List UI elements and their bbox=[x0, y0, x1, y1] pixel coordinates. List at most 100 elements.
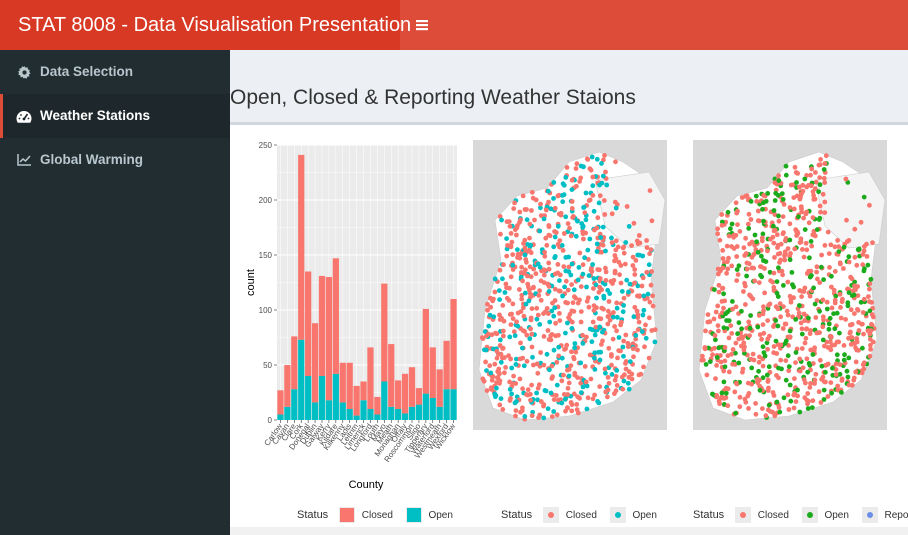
horizontal-scrollbar[interactable] bbox=[230, 527, 908, 535]
station-point bbox=[528, 397, 533, 403]
station-point bbox=[847, 322, 853, 328]
station-point bbox=[809, 405, 815, 410]
station-point bbox=[830, 365, 835, 371]
station-point bbox=[776, 213, 781, 219]
station-point bbox=[855, 307, 861, 313]
gear-icon bbox=[16, 50, 32, 94]
station-point bbox=[541, 272, 547, 278]
station-point bbox=[747, 325, 753, 331]
station-point bbox=[583, 190, 589, 196]
station-point bbox=[725, 266, 731, 272]
station-point bbox=[773, 338, 779, 344]
sidebar-item-weather-stations[interactable]: Weather Stations bbox=[0, 94, 230, 138]
station-point bbox=[565, 385, 571, 391]
sidebar-item-global-warming[interactable]: Global Warming bbox=[0, 138, 230, 182]
station-point bbox=[594, 241, 600, 247]
station-point bbox=[609, 211, 615, 217]
sidebar-toggle-button[interactable] bbox=[400, 0, 444, 50]
station-point bbox=[521, 363, 527, 369]
station-point bbox=[568, 400, 574, 405]
bar-closed bbox=[339, 362, 346, 403]
sidebar-item-data-selection[interactable]: Data Selection bbox=[0, 50, 230, 94]
station-point bbox=[735, 331, 740, 337]
station-point bbox=[764, 372, 770, 378]
station-point bbox=[762, 290, 768, 296]
station-point bbox=[592, 227, 597, 233]
station-point bbox=[560, 199, 566, 205]
y-tick-label: 100 bbox=[259, 306, 273, 315]
station-point bbox=[729, 331, 735, 336]
station-point bbox=[729, 263, 735, 269]
station-point bbox=[633, 333, 639, 338]
station-point bbox=[776, 178, 782, 183]
station-point bbox=[529, 189, 535, 195]
station-point bbox=[577, 250, 583, 256]
station-point bbox=[634, 238, 640, 244]
station-point bbox=[503, 365, 508, 370]
station-point bbox=[557, 311, 562, 316]
station-point bbox=[541, 415, 547, 421]
station-point bbox=[821, 317, 826, 323]
station-point bbox=[609, 235, 614, 241]
station-point bbox=[862, 266, 867, 272]
station-point bbox=[517, 356, 523, 362]
station-point bbox=[765, 336, 771, 342]
station-point bbox=[592, 367, 598, 372]
station-point bbox=[502, 290, 508, 295]
station-point bbox=[613, 205, 619, 211]
station-point bbox=[589, 339, 595, 345]
station-point bbox=[850, 288, 856, 294]
station-point bbox=[771, 350, 777, 356]
station-point bbox=[811, 197, 817, 202]
station-point bbox=[618, 263, 624, 268]
dashboard-icon bbox=[16, 94, 32, 138]
station-point bbox=[634, 308, 640, 314]
station-point bbox=[740, 366, 746, 372]
bar-open bbox=[415, 404, 423, 420]
station-point bbox=[725, 403, 731, 409]
station-point bbox=[733, 340, 739, 346]
station-point bbox=[575, 218, 580, 224]
station-point bbox=[829, 305, 835, 311]
station-point bbox=[787, 221, 793, 227]
station-point bbox=[553, 393, 559, 398]
station-point bbox=[747, 333, 752, 338]
sidebar-item-label: Weather Stations bbox=[40, 108, 151, 123]
station-point bbox=[759, 235, 765, 241]
station-point bbox=[522, 252, 528, 258]
station-point bbox=[817, 175, 823, 180]
station-point bbox=[621, 295, 627, 301]
station-point bbox=[812, 301, 818, 307]
station-point bbox=[498, 359, 504, 365]
station-point bbox=[569, 408, 575, 414]
station-point bbox=[704, 372, 710, 378]
station-point bbox=[578, 163, 584, 169]
station-point bbox=[555, 223, 561, 229]
station-point bbox=[546, 260, 552, 266]
station-point bbox=[583, 217, 589, 223]
station-point bbox=[828, 380, 834, 385]
station-point bbox=[749, 265, 755, 271]
station-point bbox=[799, 346, 805, 351]
station-point bbox=[783, 172, 789, 178]
station-point bbox=[755, 249, 761, 255]
station-point bbox=[567, 225, 572, 231]
station-point bbox=[743, 251, 749, 256]
station-point bbox=[501, 333, 506, 339]
station-point bbox=[632, 272, 638, 277]
station-point bbox=[811, 232, 817, 237]
station-point bbox=[771, 270, 777, 276]
station-point bbox=[529, 413, 535, 419]
station-point bbox=[641, 364, 646, 370]
station-point bbox=[652, 327, 658, 333]
station-point bbox=[573, 233, 579, 239]
station-point bbox=[623, 240, 629, 245]
station-point bbox=[538, 350, 543, 355]
station-point bbox=[647, 188, 653, 193]
station-point bbox=[504, 236, 509, 241]
station-point bbox=[723, 311, 729, 317]
station-point bbox=[781, 283, 786, 288]
station-point bbox=[785, 279, 791, 285]
station-point bbox=[507, 334, 513, 340]
station-point bbox=[504, 253, 510, 259]
